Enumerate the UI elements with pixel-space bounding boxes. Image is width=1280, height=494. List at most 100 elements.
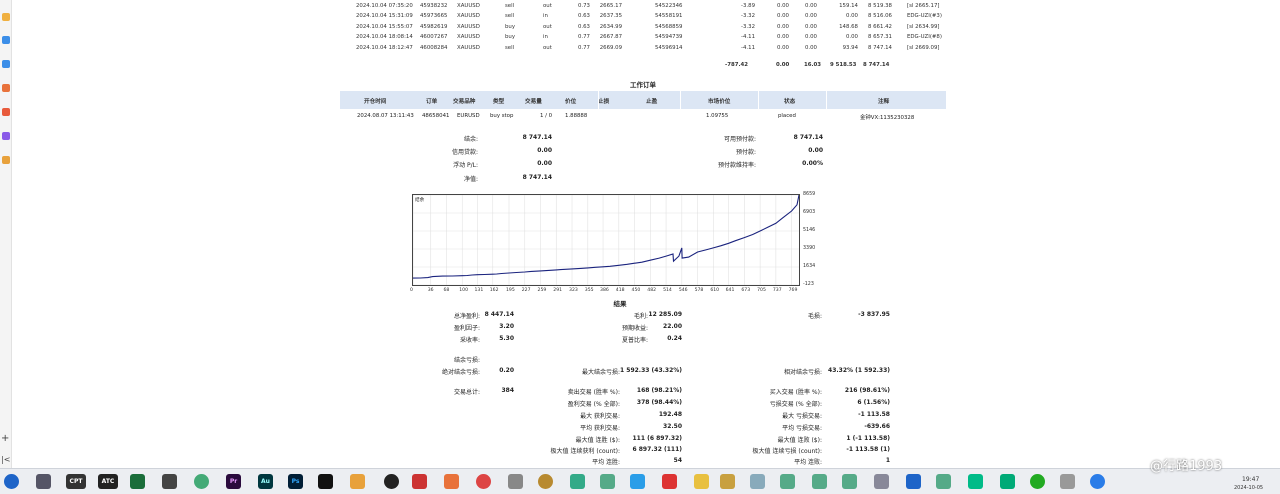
app-screen-icon[interactable] <box>874 474 889 489</box>
app-red-circle-icon[interactable] <box>476 474 491 489</box>
app-mt5-icon[interactable] <box>600 474 615 489</box>
deal-type: buy <box>505 23 516 30</box>
deal-comment: [sl 2634.99] <box>907 23 940 30</box>
deal-commission: -3.32 <box>741 23 755 30</box>
deal-order: 54596914 <box>655 44 683 51</box>
app-ram-icon[interactable] <box>968 474 983 489</box>
app-orange-icon[interactable] <box>444 474 459 489</box>
deal-fee: 0.00 <box>804 3 817 9</box>
app-mt5b-icon[interactable] <box>780 474 795 489</box>
deal-deal: 46008284 <box>420 44 448 51</box>
total-balance: 8 747.14 <box>863 62 890 68</box>
app-triangle-icon[interactable] <box>662 474 677 489</box>
app-win-icon[interactable] <box>906 474 921 489</box>
app-premiere[interactable]: Pr <box>226 474 241 489</box>
deal-dir: in <box>543 13 548 20</box>
max-drawdown-label: 最大结余亏损: <box>581 369 620 376</box>
credit-value: 0.00 <box>537 147 552 154</box>
qq-icon[interactable] <box>384 474 399 489</box>
deal-price: 2634.99 <box>599 23 622 30</box>
total-net-profit-label: 总净盈利: <box>453 313 480 320</box>
app-gray3-icon[interactable] <box>1060 474 1075 489</box>
star-icon[interactable] <box>2 13 10 21</box>
recovery-factor-value: 5.30 <box>499 335 514 342</box>
note-icon[interactable] <box>2 84 10 92</box>
deal-volume: 0.77 <box>577 44 590 51</box>
deal-swap: 0.00 <box>776 13 789 20</box>
app-audition[interactable]: Au <box>258 474 273 489</box>
sharpe-label: 夏普比率: <box>621 337 648 344</box>
x-tick-label: 323 <box>569 288 578 293</box>
max-consec-profit-label: 极大值 连续获利 (count): <box>550 448 620 455</box>
margin-level-value: 0.00% <box>802 160 823 167</box>
total-swap: 0.00 <box>776 62 790 68</box>
deal-swap: 0.00 <box>776 3 789 9</box>
browser-icon[interactable] <box>194 474 209 489</box>
taskview-icon[interactable] <box>36 474 51 489</box>
long-trades-label: 买入交易 (胜率 %): <box>769 389 822 396</box>
app-blue-icon[interactable] <box>630 474 645 489</box>
deal-fee: 0.00 <box>804 44 817 51</box>
x-tick-label: 195 <box>506 288 515 293</box>
avg-loss-value: -639.66 <box>864 423 890 430</box>
deal-deal: 45982619 <box>420 23 448 30</box>
deal-profit: 0.00 <box>845 34 858 41</box>
deal-row: 2024.10.04 18:12:47 46008284 XAUUSD sell out… <box>340 43 946 53</box>
max-consec-wins-value: 111 (6 897.32) <box>632 435 682 442</box>
deal-profit: 148.68 <box>839 23 858 30</box>
app-green-icon[interactable] <box>130 474 145 489</box>
app-red-icon[interactable] <box>412 474 427 489</box>
working-orders-title: 工作订单 <box>630 81 656 89</box>
app-teal-icon[interactable] <box>570 474 585 489</box>
largest-profit-label: 最大 获利交易: <box>580 413 620 420</box>
add-icon[interactable]: + <box>1 433 9 444</box>
app-gold-icon[interactable] <box>538 474 553 489</box>
y-tick-label: 3390 <box>803 245 816 251</box>
app-yellow-icon[interactable] <box>350 474 365 489</box>
app-cmt-icon[interactable] <box>1000 474 1015 489</box>
app-atc[interactable]: ATC <box>98 474 118 489</box>
col-tp: 止盈 <box>646 99 658 105</box>
pen-icon[interactable] <box>2 132 10 140</box>
wo-type: buy stop <box>490 113 514 119</box>
start-icon[interactable] <box>4 474 19 489</box>
short-trades-value: 168 (98.21%) <box>636 387 682 394</box>
folder2-icon[interactable] <box>720 474 735 489</box>
globe-icon[interactable] <box>2 36 10 44</box>
deal-time: 2024.10.04 07:35:20 <box>356 3 413 9</box>
app-cpt[interactable]: CPT <box>66 474 86 489</box>
largest-profit-value: 192.48 <box>658 411 682 418</box>
app-gray-icon[interactable] <box>162 474 177 489</box>
y-tick-label: 6903 <box>803 209 816 215</box>
max-consec-losses-value: 1 (-1 113.58) <box>846 435 890 442</box>
folder-icon[interactable] <box>694 474 709 489</box>
floating-pl-label: 浮动 P/L: <box>453 162 478 169</box>
deal-price: 2665.17 <box>599 3 622 9</box>
translate-icon[interactable] <box>2 60 10 68</box>
app-play-icon[interactable] <box>1030 474 1045 489</box>
search-icon[interactable] <box>2 156 10 164</box>
balance-value: 8 747.14 <box>522 134 552 141</box>
col-market-price: 市场价位 <box>708 99 731 105</box>
x-tick-label: 259 <box>537 288 547 293</box>
deal-balance: 8 657.31 <box>867 34 892 41</box>
capcut-icon[interactable] <box>318 474 333 489</box>
clock-date[interactable]: 2024-10-05 <box>1234 485 1263 491</box>
app-photoshop[interactable]: Ps <box>288 474 303 489</box>
app-s-icon[interactable] <box>1090 474 1105 489</box>
clock-time[interactable]: 19:47 <box>1242 476 1259 483</box>
deal-deal: 45938232 <box>420 3 448 9</box>
app-gray2-icon[interactable] <box>508 474 523 489</box>
recovery-factor-label: 采收率: <box>459 337 480 344</box>
deal-balance: 8 519.38 <box>867 3 892 9</box>
collapse-icon[interactable]: |< <box>1 455 10 464</box>
app-mt5c-icon[interactable] <box>812 474 827 489</box>
app-mt5e-icon[interactable] <box>936 474 951 489</box>
app-mt5d-icon[interactable] <box>842 474 857 489</box>
total-trades-label: 交易总计: <box>453 389 480 396</box>
app-window-icon[interactable] <box>750 474 765 489</box>
profit-trades-label: 盈利交易 (% 全部): <box>567 401 620 408</box>
x-tick-label: 162 <box>489 288 499 293</box>
deal-row: 2024.10.04 15:31:09 45973665 XAUUSD sell in 0… <box>340 11 946 21</box>
pdf-icon[interactable] <box>2 108 10 116</box>
